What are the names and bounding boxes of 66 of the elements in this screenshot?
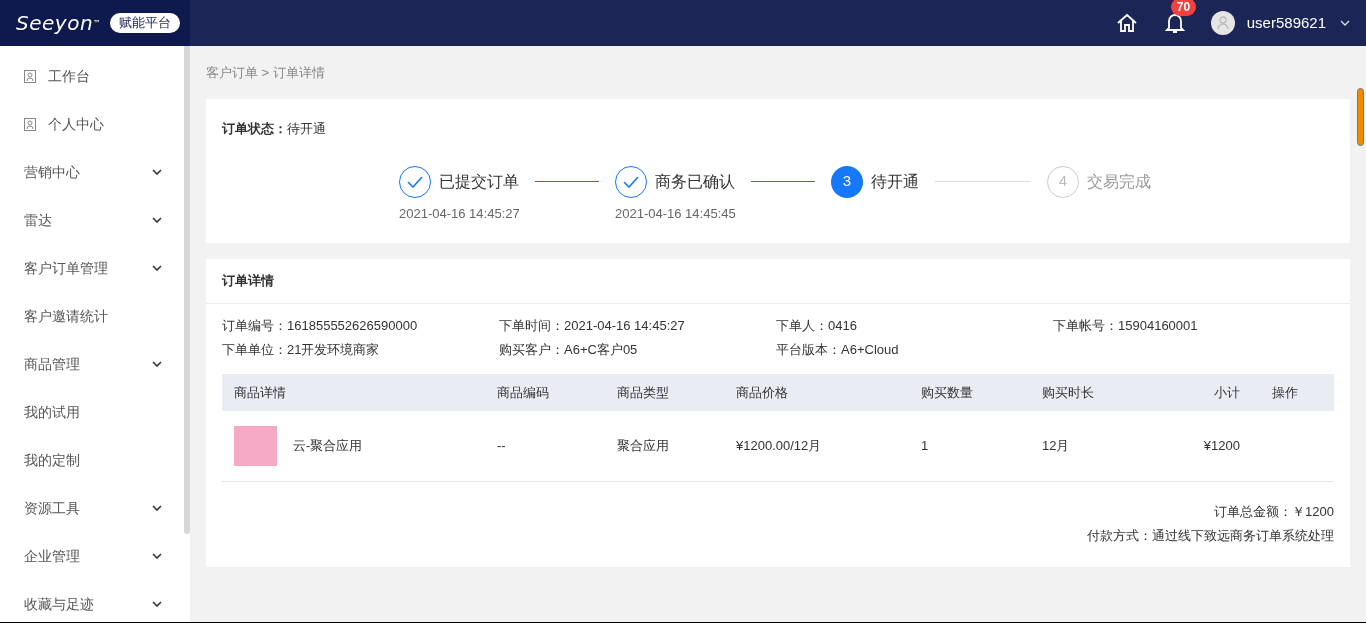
notification-badge: 70 [1170,0,1197,16]
sidebar-item[interactable]: 客户订单管理 [0,244,184,292]
chevron-down-icon [152,217,162,223]
table-cell-text: ¥1200 [1202,437,1240,456]
sidebar-item[interactable]: 营销中心 [0,148,184,196]
table-cell-text: -- [497,437,507,456]
page-icon [24,117,36,131]
sidebar-item[interactable]: 我的定制 [0,436,184,484]
payment-method: 付款方式：通过线下致远商务订单系统处理 [1087,526,1334,545]
column-header: 购买时长 [1042,383,1095,402]
step-time: 2021-04-16 14:45:45 [615,204,737,223]
chevron-down-icon [152,505,162,511]
sidebar-item[interactable]: 收藏与足迹 [0,580,184,622]
sidebar-item[interactable]: 商品管理 [0,340,184,388]
sidebar-item[interactable]: 我的试用 [0,388,184,436]
detail-field: 下单帐号：15904160001 [1053,316,1334,336]
details-title: 订单详情 [206,259,1350,304]
sidebar-item[interactable]: 工作台 [0,52,184,100]
column-header: 购买数量 [921,383,974,402]
detail-field: 下单单位：21开发环境商家 [222,340,499,360]
chevron-down-icon [152,361,162,367]
chevron-down-icon [152,169,162,175]
status-label: 订单状态： [222,121,287,136]
step-label: 商务已确认 [655,171,735,192]
product-thumbnail [234,426,277,466]
chevron-down-icon[interactable] [1340,20,1350,26]
avatar[interactable] [1210,11,1235,35]
detail-field: 下单时间：2021-04-16 14:45:27 [499,316,776,336]
user-icon [1216,16,1229,30]
home-icon[interactable] [1115,13,1138,33]
chevron-down-icon [152,553,162,559]
sidebar-item[interactable]: 雷达 [0,196,184,244]
detail-field: 购买客户：A6+C客户05 [499,340,776,360]
step-number: 3 [831,165,863,198]
column-header: 商品价格 [736,383,789,402]
table-cell-text: 云-聚合应用 [293,437,363,456]
table-cell-text: 1 [921,437,930,456]
column-header: 商品详情 [233,383,287,402]
detail-field: 平台版本：A6+Cloud [776,340,1053,360]
bell-icon[interactable] [1164,12,1185,34]
logo: Seeyon$^{™}$ [16,13,102,33]
sidebar-item[interactable]: 企业管理 [0,532,184,580]
column-header: 商品编码 [497,383,550,402]
username[interactable]: user589621 [1246,11,1326,35]
order-total: 订单总金额：￥1200 [1214,503,1334,521]
step-time: 2021-04-16 14:45:27 [399,204,521,223]
sidebar-item[interactable]: 个人中心 [0,100,184,148]
column-header: 操作 [1271,383,1299,402]
platform-badge: 赋能平台 [109,13,180,33]
scrollbar-thumb [1357,88,1364,146]
sidebar-item[interactable]: 客户邀请统计 [0,292,184,340]
step-label: 已提交订单 [439,171,519,192]
chevron-down-icon [152,265,162,271]
column-header: 小计 [1213,383,1240,402]
table-cell-text: 聚合应用 [617,437,670,456]
column-header: 商品类型 [617,383,670,402]
table-cell-text: ¥1200.00/12月 [736,437,823,456]
chevron-down-icon [152,601,162,607]
detail-field: 订单编号：161855552626590000 [222,316,499,336]
step-label: 待开通 [871,171,919,192]
table-cell-text: 12月 [1042,437,1071,456]
step-label: 交易完成 [1087,171,1151,192]
page-icon [24,69,36,83]
detail-field: 下单人：0416 [776,316,1053,336]
sidebar-item[interactable]: 资源工具 [0,484,184,532]
status-value: 待开通 [287,121,326,136]
